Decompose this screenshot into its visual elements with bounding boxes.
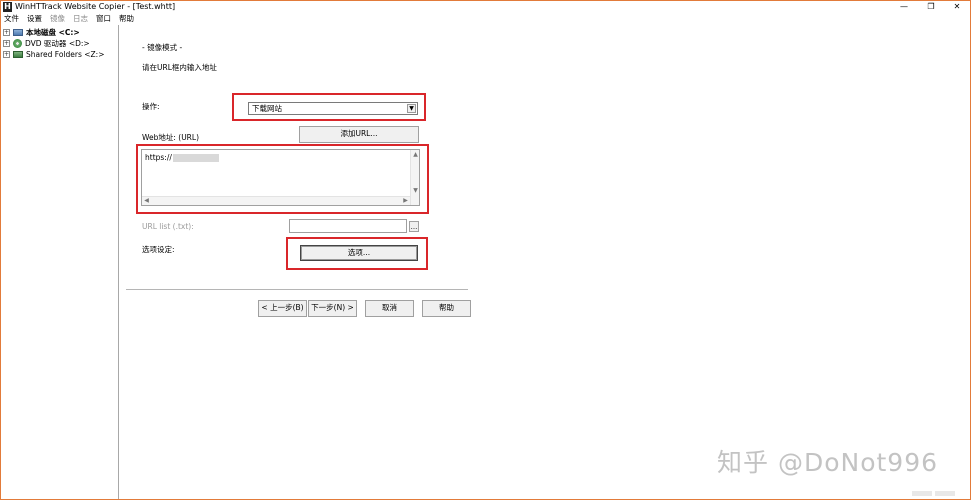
web-address-label: Web地址: (URL) — [142, 133, 199, 142]
mode-heading: - 镜像模式 - — [142, 43, 183, 52]
back-button[interactable]: < 上一步(B) — [258, 300, 307, 317]
expand-icon[interactable]: + — [3, 51, 10, 58]
network-drive-icon — [13, 51, 23, 58]
menu-bar: 文件 设置 镜像 日志 窗口 帮助 — [1, 13, 970, 25]
app-window: H WinHTTrack Website Copier - [Test.whtt… — [0, 0, 971, 500]
status-grip — [912, 491, 932, 496]
tree-item-d-drive[interactable]: + DVD 驱动器 <D:> — [3, 38, 90, 49]
hard-drive-icon — [13, 29, 23, 36]
tree-item-label: DVD 驱动器 <D:> — [25, 39, 90, 48]
menu-help[interactable]: 帮助 — [119, 13, 134, 25]
url-list-browse-button[interactable]: ... — [409, 221, 419, 232]
scroll-left-icon[interactable]: ◀ — [142, 197, 151, 205]
title-bar[interactable]: H WinHTTrack Website Copier - [Test.whtt… — [1, 1, 970, 13]
url-list-input[interactable] — [289, 219, 407, 233]
scroll-up-icon[interactable]: ▲ — [411, 151, 420, 159]
expand-icon[interactable]: + — [3, 40, 10, 47]
watermark-text: 知乎 @DoNot996 — [717, 448, 939, 477]
menu-file[interactable]: 文件 — [4, 13, 19, 25]
help-button[interactable]: 帮助 — [422, 300, 471, 317]
expand-icon[interactable]: + — [3, 29, 10, 36]
vertical-scrollbar[interactable]: ▲ ▼ — [410, 150, 419, 205]
tree-item-z-drive[interactable]: + Shared Folders <Z:> — [3, 49, 105, 60]
separator-line — [126, 289, 468, 290]
menu-window[interactable]: 窗口 — [96, 13, 111, 25]
dvd-drive-icon — [13, 39, 22, 48]
url-list-label: URL list (.txt): — [142, 222, 194, 231]
url-text: https:// — [145, 153, 219, 163]
tree-item-label: Shared Folders <Z:> — [26, 50, 105, 59]
httrack-app-icon: H — [3, 2, 12, 12]
chevron-down-icon[interactable]: ▼ — [407, 104, 416, 113]
restore-button[interactable]: ❐ — [918, 1, 944, 13]
scroll-down-icon[interactable]: ▼ — [411, 187, 420, 195]
minimize-button[interactable]: — — [891, 1, 917, 13]
action-label: 操作: — [142, 102, 160, 111]
tree-item-label: 本地磁盘 <C:> — [26, 28, 80, 37]
action-select[interactable]: 下载网站 ▼ — [248, 102, 418, 115]
window-title: WinHTTrack Website Copier - [Test.whtt] — [15, 2, 176, 11]
menu-settings[interactable]: 设置 — [27, 13, 42, 25]
next-button[interactable]: 下一步(N) > — [308, 300, 357, 317]
status-grip — [935, 491, 955, 496]
cancel-button[interactable]: 取消 — [365, 300, 414, 317]
options-label: 选项设定: — [142, 245, 175, 254]
add-url-button[interactable]: 添加URL... — [299, 126, 419, 143]
scroll-right-icon[interactable]: ▶ — [401, 197, 410, 205]
url-textarea[interactable]: https:// ▲ ▼ ◀ ▶ — [141, 149, 420, 206]
wizard-panel: - 镜像模式 - 请在URL框内输入地址 操作: 下载网站 ▼ 添加URL...… — [120, 25, 970, 499]
horizontal-scrollbar[interactable]: ◀ ▶ — [142, 196, 410, 205]
tree-item-c-drive[interactable]: + 本地磁盘 <C:> — [3, 27, 80, 38]
redacted-url-block — [172, 154, 219, 162]
close-button[interactable]: ✕ — [944, 1, 970, 13]
instruction-text: 请在URL框内输入地址 — [142, 63, 217, 72]
action-select-value: 下载网站 — [252, 104, 282, 113]
options-button[interactable]: 选项... — [300, 245, 418, 261]
menu-log[interactable]: 日志 — [73, 13, 88, 25]
drive-tree: + 本地磁盘 <C:> + DVD 驱动器 <D:> + Shared Fold… — [1, 25, 119, 499]
menu-mirror[interactable]: 镜像 — [50, 13, 65, 25]
